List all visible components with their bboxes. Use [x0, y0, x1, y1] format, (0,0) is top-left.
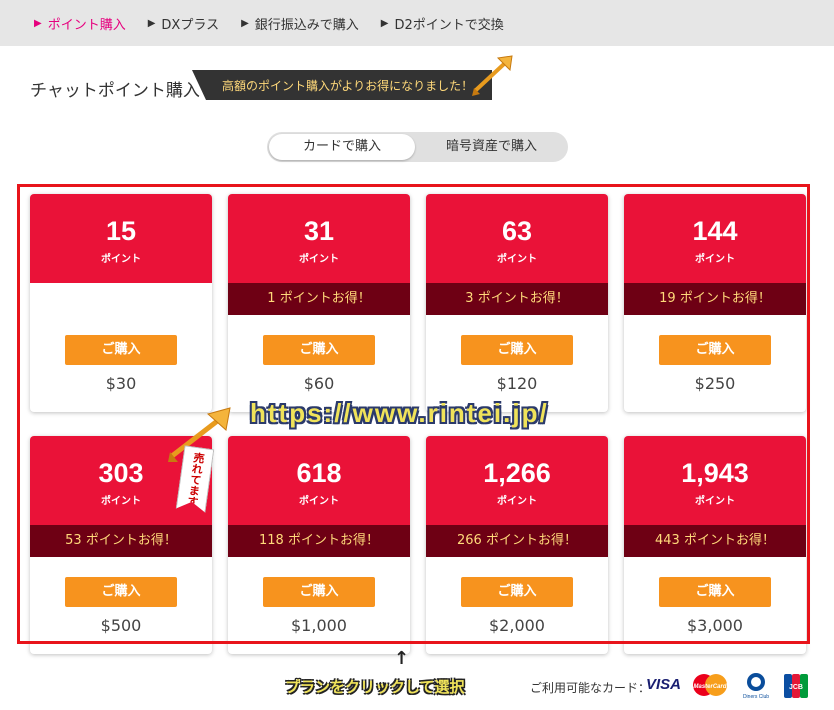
plan-card-header: 15 ポイント	[30, 194, 212, 283]
plan-price: $3,000	[687, 616, 743, 635]
plan-card-header: 1,943 ポイント	[624, 436, 806, 525]
plan-bonus: 443 ポイントお得！	[624, 525, 806, 557]
plan-card-15[interactable]: 15 ポイント ご購入 $30	[30, 194, 212, 412]
watermark-url: https://www.rintei.jp/	[250, 398, 549, 428]
buy-button[interactable]: ご購入	[461, 577, 573, 607]
jcb-logo: JCB	[784, 674, 808, 698]
promo-banner-text: 高額のポイント購入がよりお得になりました！	[222, 78, 474, 93]
plan-card-144[interactable]: 144 ポイント 19 ポイントお得！ ご購入 $250	[624, 194, 806, 412]
plan-card-header: 1,266 ポイント	[426, 436, 608, 525]
payment-method-toggle: カードで購入 暗号資産で購入	[267, 132, 568, 162]
accepted-cards-label: ご利用可能なカード：	[530, 681, 651, 695]
buy-button[interactable]: ご購入	[263, 335, 375, 365]
plan-points-unit: ポイント	[101, 254, 141, 265]
plan-card-1266[interactable]: 1,266 ポイント 266 ポイントお得！ ご購入 $2,000	[426, 436, 608, 654]
nav-item-point-purchase[interactable]: ▶ ポイント購入	[34, 14, 126, 33]
plan-price: $2,000	[489, 616, 545, 635]
buy-button[interactable]: ご購入	[659, 577, 771, 607]
plan-points-unit: ポイント	[299, 496, 339, 507]
plan-price: $120	[496, 374, 538, 393]
plan-bonus: 3 ポイントお得！	[426, 283, 608, 315]
plan-bonus: 19 ポイントお得！	[624, 283, 806, 315]
buy-button[interactable]: ご購入	[461, 335, 573, 365]
plan-card-header: 144 ポイント	[624, 194, 806, 283]
plan-points: 63	[501, 216, 533, 246]
instruction-text: プランをクリックして選択	[285, 678, 465, 696]
diners-text: Diners Club	[743, 694, 769, 700]
plan-card-1943[interactable]: 1,943 ポイント 443 ポイントお得！ ご購入 $3,000	[624, 436, 806, 654]
buy-button[interactable]: ご購入	[65, 577, 177, 607]
nav-triangle-icon: ▶	[380, 17, 389, 29]
plan-points: 1,266	[483, 458, 551, 488]
nav-item-label: DXプラス	[161, 17, 220, 33]
plan-points-unit: ポイント	[695, 254, 735, 265]
plan-points: 144	[692, 216, 738, 246]
plan-price: $30	[105, 374, 137, 393]
visa-logo: VISA	[646, 676, 682, 693]
mastercard-logo: MasterCard	[693, 674, 727, 696]
nav-triangle-icon: ▶	[241, 17, 249, 29]
plan-card-header: 63 ポイント	[426, 194, 608, 283]
promo-banner: 高額のポイント購入がよりお得になりました！	[192, 70, 492, 100]
diners-club-logo: Diners Club	[743, 673, 769, 700]
plan-price: $500	[100, 616, 142, 635]
buy-button[interactable]: ご購入	[65, 335, 177, 365]
nav-item-dx-plus[interactable]: ▶ DXプラス	[148, 14, 219, 33]
plan-bonus: 266 ポイントお得！	[426, 525, 608, 557]
nav-triangle-icon: ▶	[34, 17, 42, 29]
plan-points-unit: ポイント	[299, 254, 339, 265]
tab-crypto-purchase[interactable]: 暗号資産で購入	[417, 134, 566, 160]
plan-card-63[interactable]: 63 ポイント 3 ポイントお得！ ご購入 $120	[426, 194, 608, 412]
plan-points-unit: ポイント	[695, 496, 735, 507]
nav-item-label: 銀行振込みで購入	[254, 17, 359, 33]
plan-card-618[interactable]: 618 ポイント 118 ポイントお得！ ご購入 $1,000	[228, 436, 410, 654]
plan-bonus: 53 ポイントお得！	[30, 525, 212, 557]
top-nav: ▶ ポイント購入 ▶ DXプラス ▶ 銀行振込みで購入 ▶ D2ポイントで交換	[0, 0, 834, 46]
buy-button[interactable]: ご購入	[263, 577, 375, 607]
mastercard-text: MasterCard	[693, 684, 726, 690]
nav-item-label: D2ポイントで交換	[394, 17, 504, 33]
up-arrow-icon: ↑	[394, 648, 410, 669]
plan-card-header: 618 ポイント	[228, 436, 410, 525]
plan-points: 1,943	[681, 458, 749, 488]
nav-item-d2-exchange[interactable]: ▶ D2ポイントで交換	[381, 14, 504, 33]
plan-bonus: 118 ポイントお得！	[228, 525, 410, 557]
plan-card-header: 31 ポイント	[228, 194, 410, 283]
plan-price: $1,000	[291, 616, 347, 635]
plan-points: 618	[296, 458, 342, 488]
tab-card-purchase[interactable]: カードで購入	[269, 134, 415, 160]
nav-triangle-icon: ▶	[147, 17, 156, 29]
plan-points-unit: ポイント	[497, 254, 537, 265]
plan-points: 15	[105, 216, 137, 246]
plan-price: $250	[694, 374, 736, 393]
nav-item-bank-transfer[interactable]: ▶ 銀行振込みで購入	[241, 14, 359, 33]
plan-points-unit: ポイント	[497, 496, 537, 507]
page-title: チャットポイント購入	[30, 81, 200, 101]
plan-price: $60	[303, 374, 335, 393]
golden-arrow-icon	[472, 55, 513, 96]
plan-card-31[interactable]: 31 ポイント 1 ポイントお得！ ご購入 $60	[228, 194, 410, 412]
plan-points: 31	[303, 216, 335, 246]
plan-bonus: 1 ポイントお得！	[228, 283, 410, 315]
nav-item-label: ポイント購入	[47, 17, 126, 33]
jcb-text: JCB	[789, 684, 803, 691]
sold-badge-label: 売れてます	[185, 451, 206, 508]
plan-bonus	[30, 283, 212, 315]
buy-button[interactable]: ご購入	[659, 335, 771, 365]
